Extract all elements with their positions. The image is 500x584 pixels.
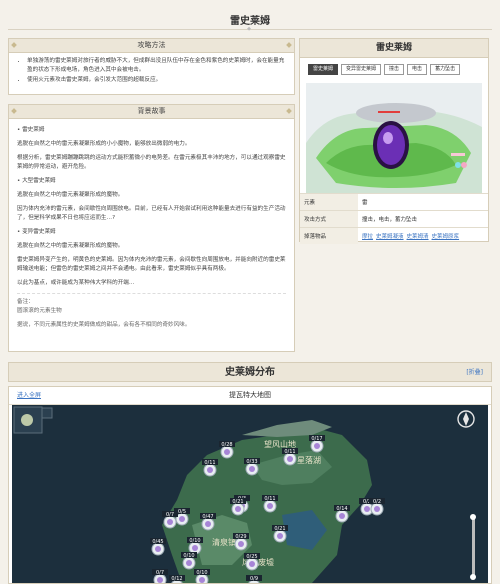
tab-2[interactable]: 撞击 bbox=[384, 64, 405, 75]
strategy-item: 使用火元素攻击雷史莱姆，会引发大范围的超载反应。 bbox=[27, 76, 286, 85]
story-title: 背景故事 bbox=[137, 107, 166, 115]
marker-count-label: 0/10 bbox=[183, 553, 194, 559]
strategy-body: 单独游荡的雷史莱姆对旅行者的威胁不大，但成群出没且队伍中存在金色和紫色的史莱姆时… bbox=[9, 53, 294, 90]
info-title: 雷史莱姆 bbox=[300, 39, 488, 58]
drops-row: 掉落物品 摩拉 史莱姆凝液 史莱姆清 史莱姆原浆 bbox=[300, 227, 488, 244]
note-label: 备注： bbox=[17, 299, 34, 305]
marker-count-label: 0/7 bbox=[156, 570, 164, 576]
map-place-label: 清泉镇 bbox=[212, 537, 236, 547]
info-row: 攻击方式 撞击，电击，蓄力坠击 bbox=[300, 210, 488, 228]
marker-count-label: 0/28 bbox=[221, 442, 232, 448]
marker-count-label: 0/9 bbox=[250, 576, 258, 582]
info-row: 元素雷 bbox=[300, 193, 488, 211]
info-value: 雷 bbox=[358, 193, 488, 211]
drop-link[interactable]: 史莱姆清 bbox=[407, 234, 429, 240]
map-panel: 进入全屏 提瓦特大地图 望风山地星落湖清泉镇风龙废墟 0/280/17 bbox=[8, 386, 492, 584]
slime-marker[interactable]: 0/12 bbox=[169, 575, 185, 583]
map-place-label: 星落湖 bbox=[297, 455, 321, 465]
info-key: 元素 bbox=[300, 193, 358, 211]
strategy-header: 攻略方法 bbox=[9, 39, 294, 53]
story-paragraph: 逃脱在自然之中的雷元素凝聚形成的魔物。 bbox=[17, 243, 124, 249]
marker-count-label: 0/10 bbox=[196, 570, 207, 576]
marker-count-label: 0/29 bbox=[235, 534, 246, 540]
story-paragraph: 逃脱在自然之中的雷元素凝聚形成的小小魔物，能够放出微弱的电力。 bbox=[17, 141, 191, 147]
marker-count-label: 0/10 bbox=[189, 538, 200, 544]
page-title: 雷史莱姆 bbox=[230, 16, 270, 27]
tab-0[interactable]: 雷史莱姆 bbox=[308, 64, 339, 75]
corner-ornament-icon bbox=[11, 42, 17, 48]
drops-list: 摩拉 史莱姆凝液 史莱姆清 史莱姆原浆 bbox=[358, 227, 488, 244]
story-paragraph: 因为体内充沛的雷元素，会间歇性向周围放电。目前，已经有人开始尝试利用这种能量去进… bbox=[17, 206, 286, 221]
drops-label: 掉落物品 bbox=[300, 227, 358, 244]
divider-ornament-icon: ◆ bbox=[247, 26, 251, 32]
strategy-item: 单独游荡的雷史莱姆对旅行者的威胁不大，但成群出没且队伍中存在金色和紫色的史莱姆时… bbox=[27, 57, 286, 75]
slime-preview-image bbox=[306, 83, 482, 193]
distribution-header: 史莱姆分布 [折叠] bbox=[8, 362, 492, 382]
strategy-panel: 攻略方法 单独游荡的雷史莱姆对旅行者的威胁不大，但成群出没且队伍中存在金色和紫色… bbox=[8, 38, 295, 95]
story-body: 雷史莱姆逃脱在自然之中的雷元素凝聚形成的小小魔物，能够放出微弱的电力。根据分析，… bbox=[9, 119, 294, 339]
map-canvas[interactable]: 望风山地星落湖清泉镇风龙废墟 0/280/170/110/20/330/50/1… bbox=[12, 405, 488, 583]
slime-illustration bbox=[306, 83, 482, 193]
marker-count-label: 0/45 bbox=[152, 539, 163, 545]
fullscreen-link[interactable]: 进入全屏 bbox=[17, 387, 41, 404]
corner-ornament-icon bbox=[286, 108, 292, 114]
marker-count-label: 0/21 bbox=[232, 499, 243, 505]
story-heading: 变异雷史莱姆 bbox=[17, 228, 286, 237]
strategy-title: 攻略方法 bbox=[137, 41, 166, 49]
marker-count-label: 0/11 bbox=[284, 449, 295, 455]
corner-ornament-icon bbox=[286, 42, 292, 48]
marker-count-label: 0/14 bbox=[336, 506, 347, 512]
distribution-title: 史莱姆分布 bbox=[225, 367, 275, 378]
marker-count-label: 0/11 bbox=[264, 496, 275, 502]
teyvat-map[interactable]: 望风山地星落湖清泉镇风龙废墟 0/280/170/110/20/330/50/1… bbox=[12, 405, 488, 583]
story-heading: 大型雷史莱姆 bbox=[17, 177, 286, 186]
story-paragraph: 以此为基点，或许能成为某种伟大学科的开端… bbox=[17, 280, 135, 286]
marker-count-label: 0/25 bbox=[246, 554, 257, 560]
marker-count-label: 0/47 bbox=[202, 514, 213, 520]
story-paragraph: 雷史莱姆异变产生的，明黄色的史莱姆。因为体内充沛的雷元素，会间歇性向周围放电，并… bbox=[17, 257, 286, 272]
map-title: 提瓦特大地图 bbox=[229, 391, 271, 399]
note-line: 圆滚滚的元素生物 bbox=[17, 308, 62, 314]
story-paragraph: 逃脱在自然之中的雷元素凝聚形成的魔物。 bbox=[17, 192, 124, 198]
story-note: 备注： 圆滚滚的元素生物据说，不同元素属性的史莱姆做成的甜品，会有各不相同的奇妙风… bbox=[17, 293, 286, 330]
story-paragraph: 根据分析，雷史莱姆蹦蹦跳跳的运动方式能积蓄微小的电势差。在雷元素极其丰沛的地方，… bbox=[17, 155, 286, 170]
map-place-label: 望风山地 bbox=[264, 439, 296, 449]
map-toolbar: 进入全屏 提瓦特大地图 bbox=[9, 387, 491, 405]
story-panel: 背景故事 雷史莱姆逃脱在自然之中的雷元素凝聚形成的小小魔物，能够放出微弱的电力。… bbox=[8, 104, 295, 352]
marker-count-label: 0/2 bbox=[373, 499, 381, 505]
story-heading: 雷史莱姆 bbox=[17, 126, 286, 135]
zoom-out-icon[interactable] bbox=[470, 574, 476, 580]
marker-count-label: 0/12 bbox=[171, 576, 182, 582]
tab-4[interactable]: 蓄力坠击 bbox=[430, 64, 461, 75]
map-avatar-icon bbox=[21, 414, 33, 426]
note-line: 据说，不同元素属性的史莱姆做成的甜品，会有各不相同的奇妙风味。 bbox=[17, 322, 191, 328]
drop-link[interactable]: 史莱姆凝液 bbox=[376, 234, 404, 240]
variant-tabs: 雷史莱姆 变异雷史莱姆 撞击 电击 蓄力坠击 bbox=[300, 58, 488, 79]
marker-count-label: 0/11 bbox=[204, 460, 215, 466]
zoom-in-icon[interactable] bbox=[470, 514, 476, 520]
info-panel: 雷史莱姆 雷史莱姆 变异雷史莱姆 撞击 电击 蓄力坠击 元素雷攻击方式 撞击，电击，蓄力坠… bbox=[299, 38, 489, 244]
tab-1[interactable]: 变异雷史莱姆 bbox=[341, 64, 382, 75]
marker-count-label: 0/17 bbox=[311, 436, 322, 442]
drop-link[interactable]: 史莱姆原浆 bbox=[432, 234, 460, 240]
marker-count-label: 0/7 bbox=[166, 512, 174, 518]
collapse-link[interactable]: [折叠] bbox=[466, 363, 483, 383]
info-value: 撞击，电击，蓄力坠击 bbox=[358, 210, 488, 228]
marker-count-label: 0/21 bbox=[274, 526, 285, 532]
marker-count-label: 0/5 bbox=[178, 509, 186, 515]
tab-3[interactable]: 电击 bbox=[407, 64, 428, 75]
drop-link[interactable]: 摩拉 bbox=[362, 234, 373, 240]
info-key: 攻击方式 bbox=[300, 210, 358, 228]
story-header: 背景故事 bbox=[9, 105, 294, 119]
marker-count-label: 0/33 bbox=[246, 459, 257, 465]
corner-ornament-icon bbox=[11, 108, 17, 114]
info-table: 元素雷攻击方式 撞击，电击，蓄力坠击 掉落物品 摩拉 史莱姆凝液 史莱姆清 史莱姆原浆 bbox=[300, 193, 488, 244]
